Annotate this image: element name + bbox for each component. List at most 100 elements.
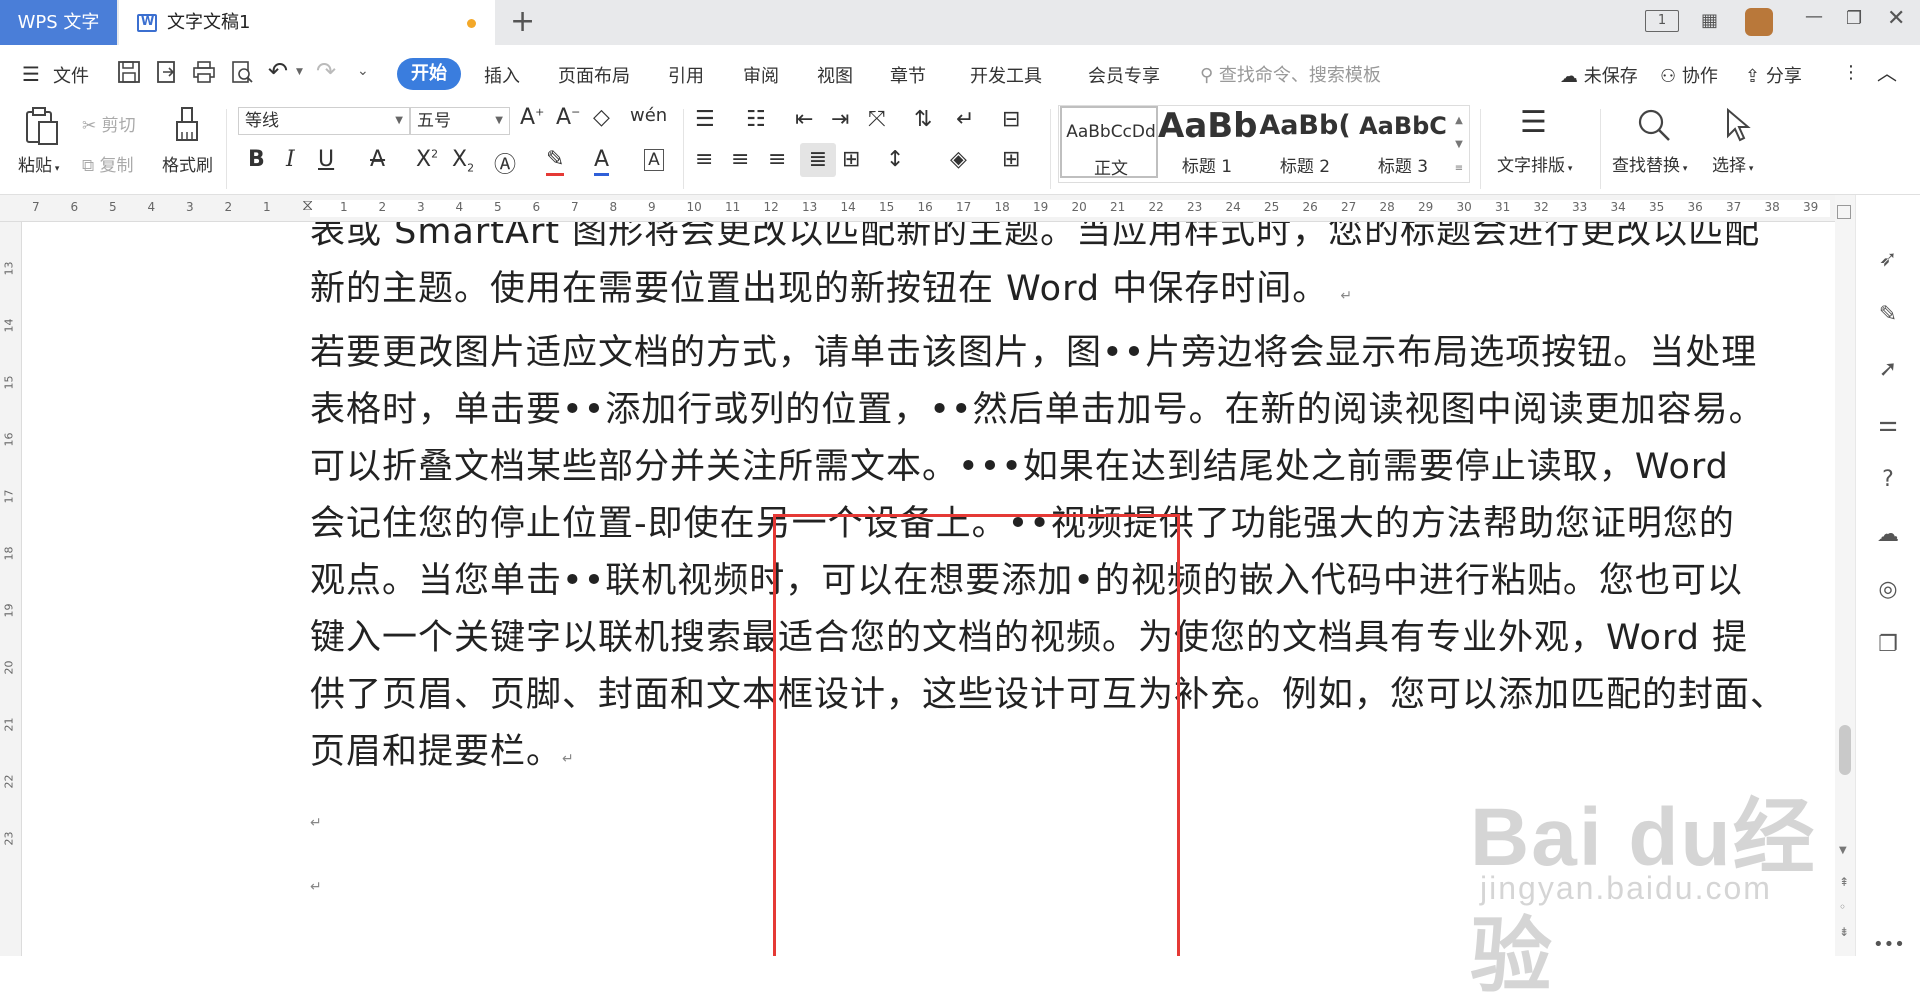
- print-icon[interactable]: [192, 60, 216, 84]
- italic-button[interactable]: I: [286, 147, 295, 172]
- text-line: 观点。当您单击••联机视频时，可以在想要添加•的视频的嵌入代码中进行粘贴。您也可…: [310, 561, 1743, 601]
- font-size-select[interactable]: 五号 ▼: [410, 107, 510, 135]
- strikethrough-button[interactable]: A: [370, 147, 385, 172]
- grow-font-icon[interactable]: A+: [520, 105, 544, 130]
- more-icon[interactable]: ⋮: [1842, 62, 1860, 83]
- menu-file[interactable]: 文件: [53, 62, 89, 88]
- subscript-button[interactable]: X2: [452, 147, 474, 174]
- collapse-ribbon-icon[interactable]: ︿: [1877, 57, 1897, 86]
- ruler-toggle-icon[interactable]: [1837, 205, 1851, 219]
- magnifier-icon[interactable]: [1636, 107, 1672, 143]
- decrease-indent-icon[interactable]: ⇤: [795, 107, 813, 132]
- align-left-icon[interactable]: ≡: [695, 147, 713, 172]
- style-normal[interactable]: AaBbCcDd 正文: [1060, 106, 1158, 179]
- char-border-button[interactable]: A: [644, 149, 664, 171]
- highlight-button[interactable]: ✎: [546, 147, 565, 176]
- bullet-list-icon[interactable]: ☰: [695, 107, 715, 132]
- align-right-icon[interactable]: ≡: [768, 147, 786, 172]
- align-center-icon[interactable]: ≡: [731, 147, 749, 172]
- redo-icon[interactable]: ↷: [316, 57, 336, 85]
- save-icon[interactable]: [117, 60, 141, 84]
- style-heading-2[interactable]: AaBb( 标题 2: [1256, 106, 1354, 178]
- print-preview-icon[interactable]: [230, 60, 254, 84]
- font-name-select[interactable]: 等线 ▼: [238, 107, 410, 135]
- text-layout-icon[interactable]: ☰: [1520, 105, 1547, 140]
- select-button[interactable]: 选择 ▾: [1712, 151, 1753, 176]
- undo-icon[interactable]: ↶: [268, 57, 288, 85]
- show-marks-icon[interactable]: ↵: [956, 107, 974, 132]
- document-tab[interactable]: 文字文稿1: [119, 0, 495, 45]
- tab-page-layout[interactable]: 页面布局: [558, 62, 630, 88]
- line-spacing-icon[interactable]: ↕: [886, 147, 904, 172]
- tab-view[interactable]: 视图: [817, 62, 853, 88]
- rocket-icon[interactable]: ➶: [1873, 245, 1903, 275]
- command-search[interactable]: ⚲ 查找命令、搜索模板: [1200, 61, 1381, 87]
- justify-icon[interactable]: ≣: [800, 143, 836, 177]
- text-effect-button[interactable]: Ⓐ: [494, 147, 516, 179]
- indent-marker-icon[interactable]: ⧖: [302, 195, 313, 215]
- find-replace-button[interactable]: 查找替换 ▾: [1612, 151, 1687, 176]
- underline-button[interactable]: U: [318, 147, 334, 172]
- font-color-button[interactable]: A: [594, 147, 610, 176]
- tab-references[interactable]: 引用: [668, 62, 704, 88]
- style-scroll-controls[interactable]: ▲ ▼ ≡: [1452, 109, 1466, 181]
- restore-icon[interactable]: ❐: [1846, 8, 1862, 29]
- export-pdf-icon[interactable]: [155, 60, 179, 84]
- page-view-icon[interactable]: 1: [1645, 10, 1679, 32]
- tab-developer[interactable]: 开发工具: [970, 62, 1042, 88]
- pen-icon[interactable]: ✎: [1873, 300, 1903, 330]
- quick-access-dropdown-icon[interactable]: ⌄: [357, 63, 369, 79]
- ruler-toggle-icon[interactable]: ⊟: [1002, 107, 1020, 132]
- increase-indent-icon[interactable]: ⇥: [831, 107, 849, 132]
- book-icon[interactable]: ❐: [1873, 630, 1903, 660]
- tab-review[interactable]: 审阅: [743, 62, 779, 88]
- distribute-icon[interactable]: ⊞: [842, 147, 860, 172]
- bold-button[interactable]: B: [248, 147, 265, 172]
- compass-icon[interactable]: ◎: [1873, 575, 1903, 605]
- avatar[interactable]: [1745, 8, 1773, 36]
- superscript-button[interactable]: X2: [416, 147, 438, 172]
- settings-sliders-icon[interactable]: ⚌: [1873, 410, 1903, 440]
- text-layout-button[interactable]: 文字排版 ▾: [1497, 151, 1572, 176]
- cut-button[interactable]: ✂ 剪切: [82, 111, 136, 136]
- tab-insert[interactable]: 插入: [484, 62, 520, 88]
- clear-format-icon[interactable]: ◇: [593, 105, 610, 130]
- tab-member[interactable]: 会员专享: [1088, 62, 1160, 88]
- title-bar: WPS 文字 文字文稿1 + 1 ▦ — ❐ ✕: [0, 0, 1920, 45]
- copy-button[interactable]: ⧉ 复制: [82, 151, 134, 176]
- minimize-icon[interactable]: —: [1805, 6, 1823, 27]
- close-icon[interactable]: ✕: [1887, 6, 1905, 31]
- cursor-icon[interactable]: [1723, 107, 1753, 143]
- collaborate-button[interactable]: ⚇ 协作: [1660, 62, 1718, 88]
- shading-icon[interactable]: ◈: [950, 147, 967, 172]
- style-heading-1[interactable]: AaBb 标题 1: [1158, 106, 1256, 178]
- numbered-list-icon[interactable]: ☷: [746, 107, 766, 132]
- paste-button[interactable]: 粘贴 ▾: [18, 151, 59, 176]
- format-painter-button[interactable]: 格式刷: [162, 151, 213, 176]
- pointer-icon[interactable]: ➚: [1873, 355, 1903, 385]
- cloud-save-status[interactable]: ☁ 未保存: [1560, 62, 1638, 88]
- horizontal-ruler[interactable]: 7 6 5 4 3 2 1 1 2 3 4 5 6 7 8 9 10 11 12 13 14 15 16 17 18 19 20 21…: [0, 195, 1835, 222]
- sort-icon[interactable]: ⇅: [914, 107, 932, 132]
- ruler-tick: 34: [1610, 200, 1626, 214]
- hamburger-icon[interactable]: ☰: [22, 62, 40, 86]
- style-heading-3[interactable]: AaBbC 标题 3: [1354, 106, 1452, 178]
- menu-bar: ☰ 文件 ↶ ▼ ↷ ⌄ 开始 插入 页面布局 引用 审阅 视图 章节 开发工具…: [0, 45, 1920, 103]
- tab-start[interactable]: 开始: [397, 58, 461, 90]
- undo-dropdown-icon[interactable]: ▼: [296, 67, 303, 77]
- chinese-layout-icon[interactable]: ⤧: [868, 107, 886, 132]
- vertical-ruler[interactable]: 13 14 15 16 17 18 19 20 21 22 23: [0, 222, 22, 956]
- help-icon[interactable]: ?: [1873, 465, 1903, 495]
- borders-icon[interactable]: ⊞: [1002, 147, 1020, 172]
- format-painter-icon[interactable]: [173, 106, 203, 146]
- new-tab-button[interactable]: +: [510, 4, 535, 40]
- app-tab-wps[interactable]: WPS 文字: [0, 0, 117, 45]
- paste-icon[interactable]: [24, 106, 60, 146]
- grid-apps-icon[interactable]: ▦: [1701, 10, 1718, 31]
- cloud-sync-icon[interactable]: ☁: [1873, 520, 1903, 550]
- share-button[interactable]: ⇪ 分享: [1745, 62, 1802, 88]
- shrink-font-icon[interactable]: A−: [556, 105, 580, 130]
- ruler-tick: 21: [1110, 200, 1126, 214]
- tab-chapter[interactable]: 章节: [890, 62, 926, 88]
- phonetic-guide-icon[interactable]: wén: [630, 105, 667, 126]
